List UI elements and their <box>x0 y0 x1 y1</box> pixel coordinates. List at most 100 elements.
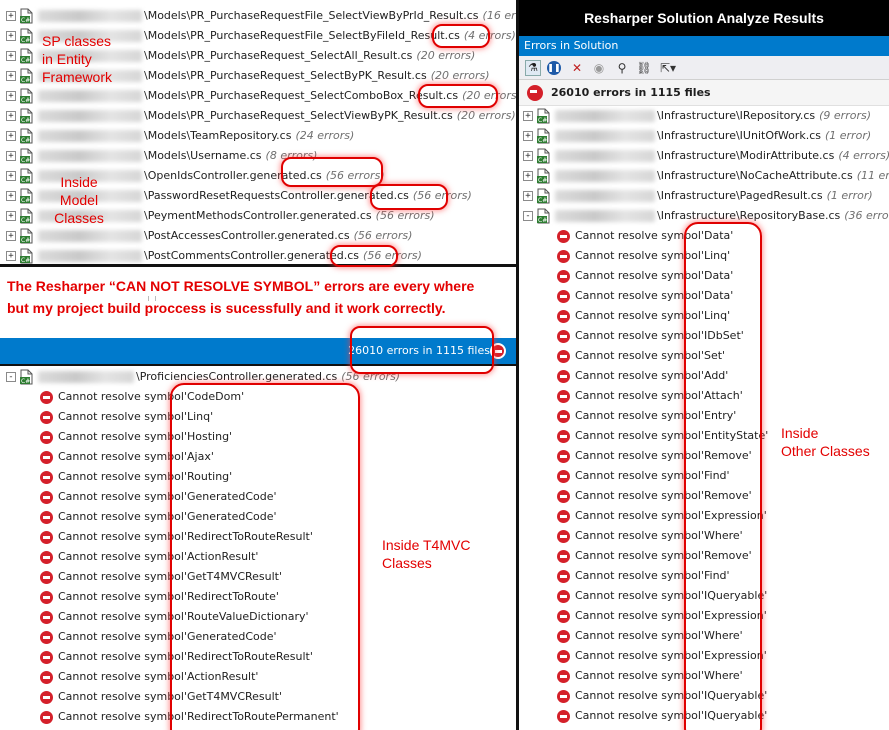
horizontal-divider-top <box>0 264 518 267</box>
csharp-file-icon: C# <box>536 108 551 124</box>
file-path: \PeymentMethodsController.generated.cs <box>144 209 372 222</box>
error-icon <box>557 349 570 363</box>
svg-text:C#: C# <box>21 37 30 44</box>
error-prefix: Cannot resolve symbol <box>575 329 701 342</box>
expand-icon[interactable]: + <box>523 131 533 141</box>
errors-in-solution-tab[interactable]: Errors in Solution <box>519 36 889 56</box>
redacted-project-name <box>38 150 142 162</box>
svg-text:C#: C# <box>538 157 547 164</box>
error-icon <box>557 249 570 263</box>
csharp-file-icon: C# <box>19 88 34 104</box>
error-prefix: Cannot resolve symbol <box>58 570 184 583</box>
error-prefix: Cannot resolve symbol <box>58 590 184 603</box>
error-count: (16 errors) <box>482 9 516 22</box>
expand-icon[interactable]: + <box>523 111 533 121</box>
file-row[interactable]: + C# \Models\Username.cs (8 errors) <box>6 146 317 166</box>
error-icon <box>557 389 570 403</box>
anno-t4-l1: Inside T4MVC <box>382 537 471 553</box>
error-icon <box>557 289 570 303</box>
redacted-project-name <box>555 210 655 222</box>
anno-model-l1: Inside <box>60 174 98 190</box>
error-icon <box>40 590 53 604</box>
error-prefix: Cannot resolve symbol <box>575 409 701 422</box>
file-row[interactable]: + C# \Infrastructure\IRepository.cs (9 erro… <box>523 106 871 126</box>
expand-icon[interactable]: + <box>6 191 16 201</box>
file-row[interactable]: + C# \Infrastructure\NoCacheAttribute.cs (1… <box>523 166 889 186</box>
expand-icon[interactable]: + <box>6 31 16 41</box>
csharp-file-icon: C# <box>19 68 34 84</box>
error-prefix: Cannot resolve symbol <box>575 629 701 642</box>
error-icon <box>557 489 570 503</box>
brush-icon[interactable]: ⚲ <box>614 60 630 76</box>
error-icon <box>40 430 53 444</box>
csharp-file-icon: C# <box>19 148 34 164</box>
expand-icon[interactable]: + <box>6 71 16 81</box>
error-prefix: Cannot resolve symbol <box>58 610 184 623</box>
error-icon <box>40 650 53 664</box>
redacted-project-name <box>38 250 142 262</box>
error-count: (24 errors) <box>295 129 355 142</box>
expand-icon[interactable]: + <box>6 211 16 221</box>
error-prefix: Cannot resolve symbol <box>575 529 701 542</box>
error-prefix: Cannot resolve symbol <box>575 249 701 262</box>
file-path: \Infrastructure\NoCacheAttribute.cs <box>657 169 853 182</box>
svg-text:C#: C# <box>21 97 30 104</box>
file-row[interactable]: + C# \Models\TeamRepository.cs (24 errors) <box>6 126 354 146</box>
anno-model-l2: Model <box>59 192 99 208</box>
anno-sp-classes: SP classes in Entity Framework <box>42 32 112 86</box>
error-count: (20 errors) <box>456 109 516 122</box>
export-icon[interactable]: ⇱▾ <box>660 60 682 76</box>
redacted-project-name <box>38 110 142 122</box>
error-icon <box>557 269 570 283</box>
error-prefix: Cannot resolve symbol <box>575 269 701 282</box>
file-path: \Infrastructure\PagedResult.cs <box>657 189 823 202</box>
error-prefix: Cannot resolve symbol <box>58 490 184 503</box>
redacted-project-name <box>555 170 655 182</box>
expand-icon[interactable]: + <box>6 251 16 261</box>
file-row[interactable]: + C# \Models\PR_PurchaseRequest_SelectView… <box>6 106 516 126</box>
flask-icon[interactable]: ⚗ <box>525 60 541 76</box>
expand-icon[interactable]: + <box>6 131 16 141</box>
error-prefix: Cannot resolve symbol <box>575 309 701 322</box>
error-icon <box>557 629 570 643</box>
collapse-icon[interactable]: - <box>523 211 533 221</box>
csharp-file-icon: C# <box>19 28 34 44</box>
file-row[interactable]: + C# \Infrastructure\ModirAttribute.cs (4 e… <box>523 146 889 166</box>
error-prefix: Cannot resolve symbol <box>58 630 184 643</box>
hide-icon[interactable]: ✕ <box>569 60 585 76</box>
collapse-icon[interactable]: - <box>6 372 16 382</box>
anno-sp-l2: in Entity <box>42 51 92 67</box>
redacted-project-name <box>555 110 655 122</box>
expand-icon[interactable]: + <box>6 91 16 101</box>
error-count: (36 errors) <box>844 209 889 222</box>
csharp-file-icon: C# <box>19 248 34 264</box>
expand-icon[interactable]: + <box>523 171 533 181</box>
file-row[interactable]: + C# \Infrastructure\IUnitOfWork.cs (1 erro… <box>523 126 871 146</box>
svg-text:C#: C# <box>21 237 30 244</box>
file-row[interactable]: + C# \Models\PR_PurchaseRequestFile_Select… <box>6 6 516 26</box>
file-row[interactable]: + C# \PostAccessesController.generated.cs(… <box>6 226 412 246</box>
expand-icon[interactable]: + <box>6 151 16 161</box>
highlight-ring <box>432 24 490 48</box>
error-icon <box>557 469 570 483</box>
error-prefix: Cannot resolve symbol <box>575 569 701 582</box>
file-row[interactable]: + C# \Infrastructure\PagedResult.cs (1 erro… <box>523 186 873 206</box>
error-prefix: Cannot resolve symbol <box>575 509 701 522</box>
error-prefix: Cannot resolve symbol <box>58 710 184 723</box>
error-prefix: Cannot resolve symbol <box>575 549 701 562</box>
csharp-file-icon: C# <box>536 168 551 184</box>
eye-icon[interactable]: ◉ <box>591 60 607 76</box>
expand-icon[interactable]: + <box>6 111 16 121</box>
csharp-file-icon: C# <box>19 188 34 204</box>
expand-icon[interactable]: + <box>523 151 533 161</box>
file-path: \Models\PR_PurchaseRequestFile_SelectVie… <box>144 9 479 22</box>
expand-icon[interactable]: + <box>6 231 16 241</box>
expand-icon[interactable]: + <box>6 51 16 61</box>
file-path: \Infrastructure\IRepository.cs <box>657 109 816 122</box>
expand-icon[interactable]: + <box>6 11 16 21</box>
expand-icon[interactable]: + <box>6 171 16 181</box>
link-icon[interactable]: ⛓ <box>636 60 652 76</box>
error-prefix: Cannot resolve symbol <box>58 690 184 703</box>
expand-icon[interactable]: + <box>523 191 533 201</box>
pause-icon[interactable]: ❚❚ <box>547 61 561 75</box>
